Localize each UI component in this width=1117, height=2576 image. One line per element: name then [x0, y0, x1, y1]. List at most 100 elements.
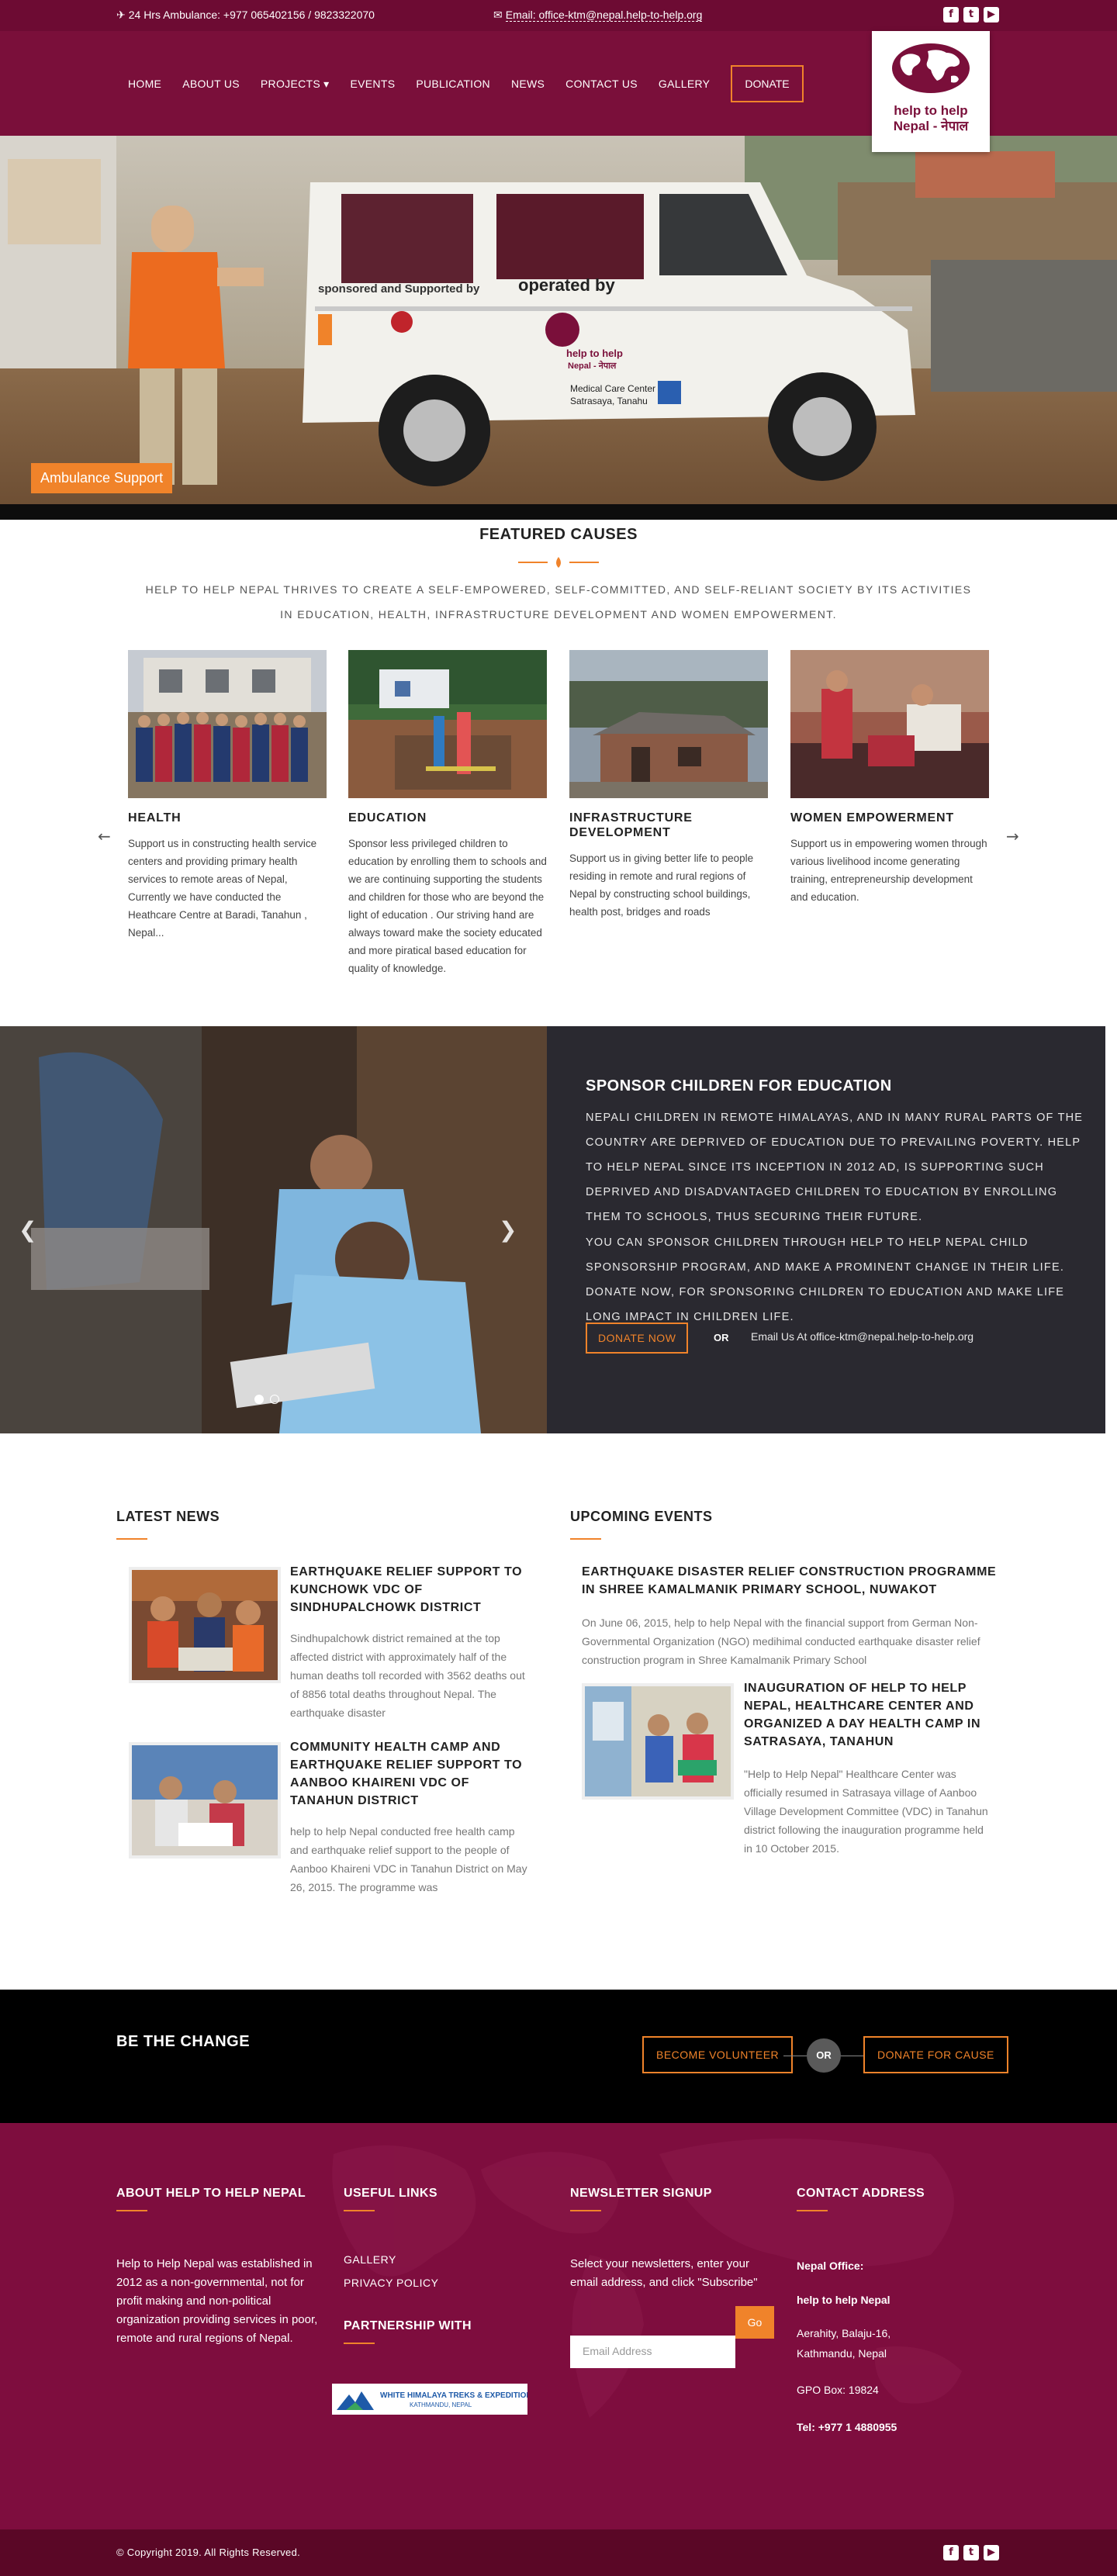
event-title[interactable]: INAUGURATION OF HELP TO HELP NEPAL, HEAL…	[744, 1679, 1000, 1751]
footer-link-gallery[interactable]: GALLERY	[344, 2253, 396, 2266]
carousel-next-arrow[interactable]: →	[1006, 827, 1019, 845]
be-the-change-section: BE THE CHANGE BECOME VOLUNTEER OR DONATE…	[0, 1990, 1117, 2123]
cause-image[interactable]	[128, 650, 327, 798]
cause-card-education[interactable]: EDUCATION Sponsor less privileged childr…	[348, 650, 547, 977]
cause-title[interactable]: WOMEN EMPOWERMENT	[790, 811, 989, 825]
news-title[interactable]: EARTHQUAKE RELIEF SUPPORT TO KUNCHOWK VD…	[290, 1563, 523, 1616]
cause-title[interactable]: EDUCATION	[348, 811, 547, 825]
nav-publication[interactable]: PUBLICATION	[416, 78, 490, 90]
slider-dots	[254, 1395, 279, 1404]
gpo-box: GPO Box: 19824	[797, 2384, 879, 2396]
social-links: f t ▶	[943, 7, 999, 22]
news-thumbnail[interactable]	[129, 1567, 281, 1683]
ambulance-phone: ✈ 24 Hrs Ambulance: +977 065402156 / 9823…	[116, 9, 375, 22]
vehicle-text-nepal: Nepal - नेपाल	[568, 360, 617, 371]
cause-image[interactable]	[790, 650, 989, 798]
news-excerpt: help to help Nepal conducted free health…	[290, 1825, 527, 1893]
latest-news-heading: LATEST NEWS	[116, 1509, 220, 1524]
footer-about-heading: ABOUT HELP TO HELP NEPAL	[116, 2187, 306, 2200]
cause-image[interactable]	[569, 650, 768, 798]
featured-causes-title: FEATURED CAUSES	[479, 526, 638, 543]
footer-link-privacy-policy[interactable]: PRIVACY POLICY	[344, 2277, 438, 2289]
slider-next-arrow[interactable]: ❯	[499, 1217, 517, 1243]
cause-image[interactable]	[348, 650, 547, 798]
nav-events[interactable]: EVENTS	[351, 78, 396, 90]
newsletter-heading: NEWSLETTER SIGNUP	[570, 2187, 712, 2200]
sponsor-email-link[interactable]: Email Us At office-ktm@nepal.help-to-hel…	[751, 1330, 973, 1343]
vehicle-text-operated: operated by	[518, 275, 615, 295]
nav-home[interactable]: HOME	[128, 78, 161, 90]
cause-text: Support us in empowering women through v…	[790, 838, 987, 903]
slider-prev-arrow[interactable]: ❮	[19, 1217, 36, 1243]
site-logo[interactable]: help to help Nepal - नेपाल	[872, 31, 990, 152]
logo-line-1: help to help	[894, 103, 968, 118]
newsletter-email-input[interactable]: Email Address	[570, 2336, 735, 2368]
sponsor-paragraph-1: NEPALI CHILDREN IN REMOTE HIMALAYAS, AND…	[586, 1112, 1084, 1223]
heading-underline	[116, 2210, 147, 2211]
hero-caption[interactable]: Ambulance Support	[31, 463, 173, 493]
partner-logo[interactable]: WHITE HIMALAYA TREKS & EXPEDITION KATHMA…	[332, 2384, 532, 2415]
event-text: "Help to Help Nepal" Healthcare Center w…	[744, 1768, 988, 1855]
heading-underline	[344, 2343, 375, 2344]
contact-email[interactable]: ✉ Email: office-ktm@nepal.help-to-help.or…	[493, 9, 703, 22]
cause-text: Sponsor less privileged children to educ…	[348, 838, 547, 974]
become-volunteer-button[interactable]: BECOME VOLUNTEER	[642, 2036, 794, 2073]
heading-underline	[116, 1538, 147, 1540]
youtube-icon[interactable]: ▶	[984, 7, 999, 22]
bottom-bar: © Copyright 2019. All Rights Reserved. f…	[0, 2529, 1117, 2576]
heading-underline	[797, 2210, 828, 2211]
partner-name: WHITE HIMALAYA TREKS & EXPEDITION	[380, 2391, 527, 2400]
vehicle-text-org: help to help	[566, 348, 623, 359]
facebook-icon[interactable]: f	[943, 7, 959, 22]
partnership-heading: PARTNERSHIP WITH	[344, 2319, 472, 2332]
or-badge: OR	[807, 2038, 841, 2073]
or-label: OR	[714, 1332, 729, 1343]
twitter-icon[interactable]: t	[963, 2545, 979, 2560]
twitter-icon[interactable]: t	[963, 7, 979, 22]
nav-contact-us[interactable]: CONTACT US	[565, 78, 638, 90]
main-nav: HOME ABOUT US PROJECTS ▾ EVENTS PUBLICAT…	[128, 65, 804, 102]
sponsor-paragraph-2: YOU CAN SPONSOR CHILDREN THROUGH HELP TO…	[586, 1236, 1065, 1323]
nav-projects[interactable]: PROJECTS ▾	[261, 78, 330, 91]
org-name: help to help Nepal	[797, 2294, 890, 2306]
cause-card-women-empowerment[interactable]: WOMEN EMPOWERMENT Support us in empoweri…	[790, 650, 989, 906]
heading-underline	[570, 1538, 601, 1540]
footer-social-links: f t ▶	[943, 2545, 999, 2560]
slider-dot[interactable]	[254, 1395, 264, 1404]
contact-address-heading: CONTACT ADDRESS	[797, 2187, 925, 2200]
cause-title[interactable]: INFRASTRUCTURE DEVELOPMENT	[569, 811, 768, 840]
donate-button[interactable]: DONATE	[731, 65, 804, 102]
carousel-prev-arrow[interactable]: ←	[98, 827, 111, 845]
nav-news[interactable]: NEWS	[511, 78, 545, 90]
event-text: On June 06, 2015, help to help Nepal wit…	[582, 1616, 980, 1666]
facebook-icon[interactable]: f	[943, 2545, 959, 2560]
slider-dot[interactable]	[270, 1395, 279, 1404]
nav-gallery[interactable]: GALLERY	[659, 78, 710, 90]
featured-intro: HELP TO HELP NEPAL THRIVES TO CREATE A S…	[145, 583, 972, 621]
office-label: Nepal Office:	[797, 2260, 864, 2272]
cause-card-health[interactable]: HEALTH Support us in constructing health…	[128, 650, 327, 942]
youtube-icon[interactable]: ▶	[984, 2545, 999, 2560]
donate-for-cause-button[interactable]: DONATE FOR CAUSE	[863, 2036, 1008, 2073]
vehicle-text-sponsor: sponsored and Supported by	[318, 282, 480, 296]
event-title[interactable]: EARTHQUAKE DISASTER RELIEF CONSTRUCTION …	[582, 1563, 997, 1599]
nav-about-us[interactable]: ABOUT US	[182, 78, 240, 90]
cause-text: Support us in constructing health servic…	[128, 838, 317, 939]
site-footer: ABOUT HELP TO HELP NEPAL Help to Help Ne…	[0, 2123, 1117, 2529]
cause-card-infrastructure[interactable]: INFRASTRUCTURE DEVELOPMENT Support us in…	[569, 650, 768, 921]
cause-title[interactable]: HEALTH	[128, 811, 327, 825]
news-title[interactable]: COMMUNITY HEALTH CAMP AND EARTHQUAKE REL…	[290, 1738, 523, 1810]
vehicle-text-place: Satrasaya, Tanahu	[570, 396, 648, 406]
newsletter-text: Select your newsletters, enter your emai…	[570, 2257, 758, 2289]
envelope-icon: ✉	[493, 9, 503, 22]
event-thumbnail[interactable]	[582, 1683, 734, 1800]
sponsor-slider	[0, 1026, 547, 1433]
ambulance-icon: ✈	[116, 9, 126, 22]
donate-now-button[interactable]: DONATE NOW	[586, 1323, 689, 1354]
telephone[interactable]: Tel: +977 1 4880955	[797, 2418, 897, 2436]
newsletter-go-button[interactable]: Go	[735, 2306, 774, 2339]
heading-underline	[344, 2210, 375, 2211]
news-thumbnail[interactable]	[129, 1742, 281, 1859]
hero-image: sponsored and Supported by operated by h…	[0, 136, 1117, 504]
vehicle-text-center: Medical Care Center	[570, 383, 655, 394]
